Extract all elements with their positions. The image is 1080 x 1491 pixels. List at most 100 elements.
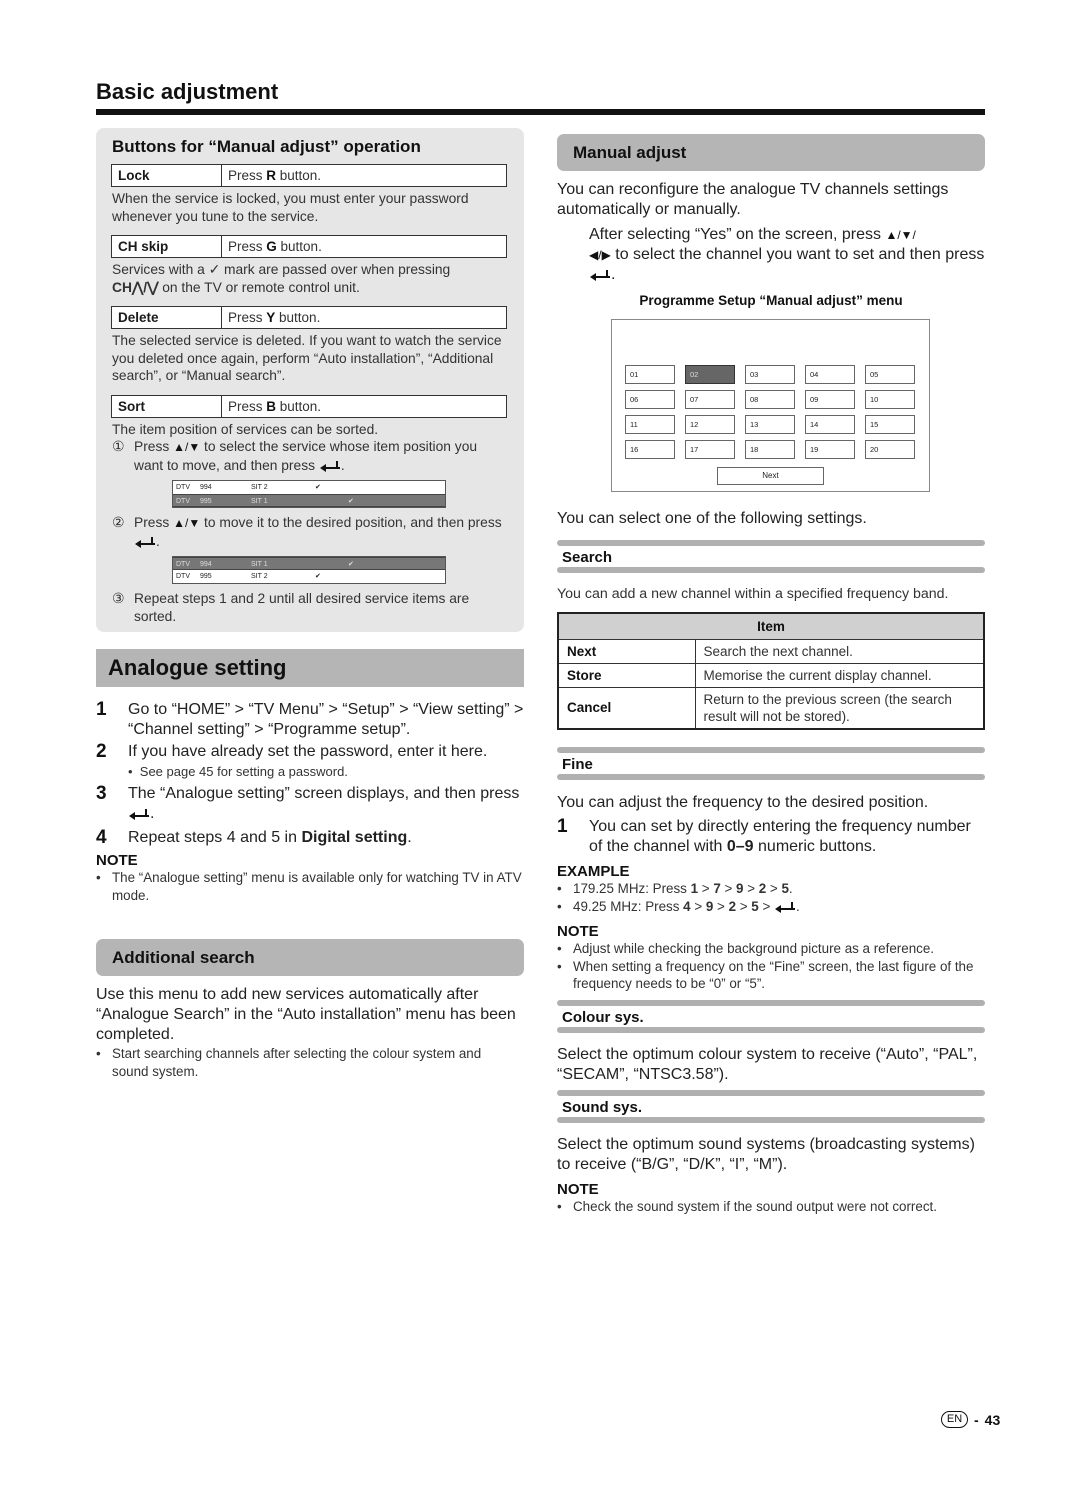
channel-cell[interactable]: 20 <box>865 440 915 459</box>
manual-adjust-menu-screen: 01 02 03 04 05 06 07 08 09 10 11 12 13 14 15 16 17 18 19 20… <box>611 319 930 492</box>
colour-sys-desc: Select the optimum colour system to rece… <box>557 1046 978 1083</box>
channel-cell[interactable]: 03 <box>745 365 795 384</box>
chskip-row: CH skip Press G button. <box>111 235 507 258</box>
lock-row: Lock Press R button. <box>111 164 507 187</box>
table-header: Item <box>558 613 984 640</box>
channel-cell[interactable]: 05 <box>865 365 915 384</box>
fine-desc: You can adjust the frequency to the desi… <box>557 794 929 811</box>
lock-desc: When the service is locked, you must ent… <box>112 191 469 224</box>
service-row: DTV 995 SIT 1 ✔ <box>173 494 445 507</box>
page-number-value: 43 <box>984 1411 1001 1428</box>
channel-cell[interactable]: 10 <box>865 390 915 409</box>
page-title: Basic adjustment <box>96 79 279 104</box>
lock-value: Press R button. <box>228 168 322 183</box>
chskip-desc: Services with a ✓ mark are passed over w… <box>112 262 451 295</box>
example-label: EXAMPLE <box>557 863 630 880</box>
delete-desc: The selected service is deleted. If you … <box>112 333 502 383</box>
sort-value: Press B button. <box>228 398 322 414</box>
search-item-table: Item Next Search the next channel. Store M… <box>557 612 985 730</box>
note-label: NOTE <box>557 1181 599 1198</box>
manual-adjust-intro: You can reconfigure the analogue TV chan… <box>557 181 949 218</box>
enter-icon <box>590 269 610 281</box>
fine-step-1: 1 You can set by directly entering the fr… <box>557 816 971 856</box>
enter-icon <box>319 460 340 472</box>
channel-cell[interactable]: 04 <box>805 365 855 384</box>
table-row: Next Search the next channel. <box>558 638 984 663</box>
channel-cell[interactable]: 14 <box>805 415 855 434</box>
sort-row: Sort Press B button. <box>111 394 507 418</box>
chskip-value: Press G button. <box>228 239 322 254</box>
channel-cell[interactable]: 19 <box>805 440 855 459</box>
select-settings-text: You can select one of the following sett… <box>557 510 867 527</box>
enter-icon <box>135 536 155 548</box>
sound-sys-desc: Select the optimum sound systems (broadc… <box>557 1136 975 1173</box>
fine-body: You can adjust the frequency to the desi… <box>557 793 985 993</box>
sort-step-2: ② Press ▲/▼ to move it to the desired po… <box>112 515 502 549</box>
analogue-step-2: 2 If you have already set the password, e… <box>96 741 488 762</box>
page-number: EN - 43 <box>941 1411 1000 1428</box>
sound-sys-heading: Sound sys. <box>557 1090 985 1123</box>
figure-caption: Programme Setup “Manual adjust” menu <box>639 293 903 308</box>
fine-note-1: • Adjust while checking the background pi… <box>557 941 935 956</box>
service-row: DTV 995 SIT 2 ✔ <box>173 570 445 583</box>
service-row: DTV 994 SIT 1 ✔ <box>173 557 445 570</box>
channel-cell[interactable]: 07 <box>685 390 735 409</box>
lock-key: Lock <box>112 165 222 186</box>
channel-cell[interactable]: 11 <box>625 415 675 434</box>
manual-adjust-body: You can reconfigure the analogue TV chan… <box>557 180 985 308</box>
sort-desc: The item position of services can be sor… <box>112 421 379 437</box>
channel-cell[interactable]: 15 <box>865 415 915 434</box>
channel-cell[interactable]: 12 <box>685 415 735 434</box>
sound-sys-body: Select the optimum sound systems (broadc… <box>557 1135 985 1216</box>
fine-heading: Fine <box>557 747 985 780</box>
delete-value: Press Y button. <box>228 310 321 325</box>
additional-search-heading: Additional search <box>96 939 524 976</box>
analogue-step-2-sub: • See page 45 for setting a password. <box>128 764 348 779</box>
channel-cell[interactable]: 08 <box>745 390 795 409</box>
example-1: • 179.25 MHz: Press 1 > 7 > 9 > 2 > 5. <box>557 881 793 896</box>
up-down-arrow-icon: ▲/▼ <box>173 516 201 530</box>
table-row: Cancel Return to the previous screen (the… <box>558 686 984 729</box>
up-down-arrow-icon: ▲/▼/ <box>885 228 916 242</box>
sound-sys-note: • Check the sound system if the sound out… <box>557 1199 937 1214</box>
next-button[interactable]: Next <box>717 467 824 485</box>
note-label: NOTE <box>557 923 599 940</box>
analogue-step-4: 4 Repeat steps 4 and 5 in Digital setting… <box>96 827 412 848</box>
example-2: • 49.25 MHz: Press 4 > 9 > 2 > 5 > . <box>557 898 800 914</box>
title-rule <box>96 109 985 115</box>
channel-cell[interactable]: 02 <box>685 365 735 384</box>
additional-search-text: Use this menu to add new services automa… <box>96 986 516 1043</box>
channel-cell[interactable]: 01 <box>625 365 675 384</box>
channel-cell[interactable]: 13 <box>745 415 795 434</box>
sort-key: Sort <box>112 395 222 417</box>
search-heading: Search <box>557 540 985 573</box>
colour-sys-heading: Colour sys. <box>557 1000 985 1033</box>
note-label: NOTE <box>96 852 138 869</box>
chskip-key: CH skip <box>112 236 222 257</box>
fine-note-2: • When setting a frequency on the “Fine” … <box>557 958 974 992</box>
analogue-step-1: 1 Go to “HOME” > “TV Menu” > “Setup” > “V… <box>96 699 524 739</box>
manual-adjust-heading: Manual adjust <box>557 134 985 171</box>
channel-cell[interactable]: 17 <box>685 440 735 459</box>
language-badge: EN <box>941 1411 968 1428</box>
additional-search-bullet: • Start searching channels after selectin… <box>96 1046 482 1079</box>
sort-step-3: ③ Repeat steps 1 and 2 until all desired… <box>112 591 470 624</box>
buttons-box-title: Buttons for “Manual adjust” operation <box>112 137 421 156</box>
up-down-arrow-icon: ▲/▼ <box>173 440 201 454</box>
delete-row: Delete Press Y button. <box>111 306 507 329</box>
manual-adjust-buttons-box: Buttons for “Manual adjust” operation Lo… <box>96 128 524 632</box>
left-right-arrow-icon: ◀/▶ <box>589 248 611 262</box>
channel-cell[interactable]: 16 <box>625 440 675 459</box>
channel-cell[interactable]: 06 <box>625 390 675 409</box>
service-list-after: DTV 994 SIT 1 ✔ DTV 995 SIT 2 ✔ <box>172 556 446 584</box>
analogue-setting-steps: 1 Go to “HOME” > “TV Menu” > “Setup” > “V… <box>96 700 526 904</box>
enter-icon <box>775 901 796 913</box>
sort-step-1: ① Press ▲/▼ to select the service whose … <box>112 439 478 473</box>
analogue-note: • The “Analogue setting” menu is availabl… <box>96 870 522 903</box>
additional-search-body: Use this menu to add new services automa… <box>96 985 516 1080</box>
search-desc: You can add a new channel within a speci… <box>557 586 949 602</box>
channel-cell[interactable]: 18 <box>745 440 795 459</box>
enter-icon <box>129 808 149 820</box>
channel-cell[interactable]: 09 <box>805 390 855 409</box>
service-row: DTV 994 SIT 2 ✔ <box>173 481 445 494</box>
